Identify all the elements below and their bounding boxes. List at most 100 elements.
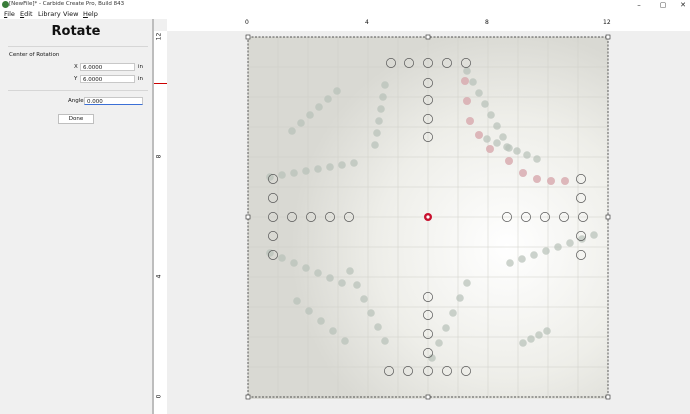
angle-input[interactable]: 0.000	[84, 97, 143, 105]
design-canvas[interactable]	[167, 31, 690, 414]
photo-peg	[373, 129, 381, 137]
photo-peg	[305, 307, 313, 315]
photo-peg	[554, 243, 562, 251]
photo-peg	[379, 93, 387, 101]
photo-peg	[302, 264, 310, 272]
done-button[interactable]: Done	[58, 114, 94, 124]
angle-label: Angle	[68, 98, 84, 104]
photo-peg	[381, 337, 389, 345]
photo-peg	[333, 87, 341, 95]
photo-peg	[449, 309, 457, 317]
photo-peg	[367, 309, 375, 317]
photo-peg	[324, 95, 332, 103]
panel-separator	[8, 46, 148, 47]
photo-peg	[278, 171, 286, 179]
x-unit: in	[138, 64, 144, 70]
photo-peg	[487, 111, 495, 119]
menu-library[interactable]: Library	[38, 10, 61, 19]
photo-peg	[513, 147, 521, 155]
photo-peg-red	[547, 177, 555, 185]
ruler-top-label: 8	[485, 19, 489, 26]
photo-peg	[293, 297, 301, 305]
photo-peg	[350, 159, 358, 167]
photo-peg	[326, 274, 334, 282]
ruler-left-label: 0	[155, 394, 163, 399]
selection-handle	[245, 394, 251, 400]
photo-peg	[590, 231, 598, 239]
photo-peg	[533, 155, 541, 163]
selection-handle	[425, 34, 431, 40]
photo-peg	[469, 78, 477, 86]
center-of-rotation-label: Center of Rotation	[9, 52, 60, 58]
photo-peg	[463, 67, 471, 75]
photo-peg	[375, 117, 383, 125]
photo-peg	[288, 127, 296, 135]
photo-peg	[481, 100, 489, 108]
minimize-button[interactable]: –	[632, 0, 646, 10]
photo-peg	[566, 239, 574, 247]
canvas-svg[interactable]	[167, 31, 690, 414]
photo-peg	[360, 295, 368, 303]
photo-peg	[499, 133, 507, 141]
selection-handle	[245, 34, 251, 40]
photo-peg	[371, 141, 379, 149]
photo-peg	[543, 327, 551, 335]
photo-peg	[523, 151, 531, 159]
photo-peg	[475, 89, 483, 97]
photo-peg	[338, 161, 346, 169]
photo-peg	[314, 269, 322, 277]
panel-separator	[8, 90, 148, 91]
panel-title: Rotate	[51, 24, 101, 39]
photo-peg	[377, 105, 385, 113]
photo-peg-red	[461, 77, 469, 85]
ruler-top-label: 0	[245, 19, 249, 26]
photo-peg	[493, 139, 501, 147]
y-unit: in	[138, 76, 144, 82]
maximize-button[interactable]: ▢	[656, 0, 670, 10]
x-label: X	[74, 64, 78, 70]
photo-peg	[527, 335, 535, 343]
menu-edit[interactable]: Edit	[20, 10, 33, 19]
photo-peg	[530, 251, 538, 259]
photo-peg	[456, 294, 464, 302]
photo-peg	[346, 267, 354, 275]
photo-peg-red	[561, 177, 569, 185]
y-label: Y	[74, 76, 78, 82]
menu-help[interactable]: Help	[83, 10, 98, 19]
photo-peg	[519, 339, 527, 347]
y-input[interactable]: 6.0000	[80, 75, 135, 83]
photo-peg	[302, 167, 310, 175]
photo-peg-red	[463, 97, 471, 105]
menu-view[interactable]: View	[63, 10, 78, 19]
photo-peg	[329, 327, 337, 335]
app-icon	[2, 1, 9, 8]
photo-peg	[317, 317, 325, 325]
photo-peg	[315, 103, 323, 111]
photo-peg	[353, 281, 361, 289]
title-bar: [NewFile]* - Carbide Create Pro, Build 8…	[0, 0, 690, 10]
photo-peg	[542, 247, 550, 255]
photo-peg	[278, 254, 286, 262]
photo-peg	[314, 165, 322, 173]
photo-peg	[442, 324, 450, 332]
selection-handle	[605, 394, 611, 400]
photo-peg	[338, 279, 346, 287]
close-button[interactable]: ✕	[676, 0, 690, 10]
ruler-top-label: 12	[603, 19, 611, 26]
menu-bar: File Edit Library View Help	[0, 10, 690, 19]
photo-peg	[297, 119, 305, 127]
cursor-position-marker	[154, 83, 167, 84]
photo-peg	[503, 143, 511, 151]
photo-peg	[435, 339, 443, 347]
photo-peg	[306, 111, 314, 119]
ruler-left-label: 12	[155, 32, 163, 41]
x-input[interactable]: 6.0000	[80, 63, 135, 71]
photo-peg	[290, 169, 298, 177]
selection-handle	[245, 214, 251, 220]
photo-peg	[493, 122, 501, 130]
menu-file[interactable]: File	[4, 10, 15, 19]
photo-peg	[374, 323, 382, 331]
window-title: [NewFile]* - Carbide Create Pro, Build 8…	[9, 1, 125, 7]
photo-peg-red	[466, 117, 474, 125]
ruler-left-label: 4	[155, 274, 163, 279]
